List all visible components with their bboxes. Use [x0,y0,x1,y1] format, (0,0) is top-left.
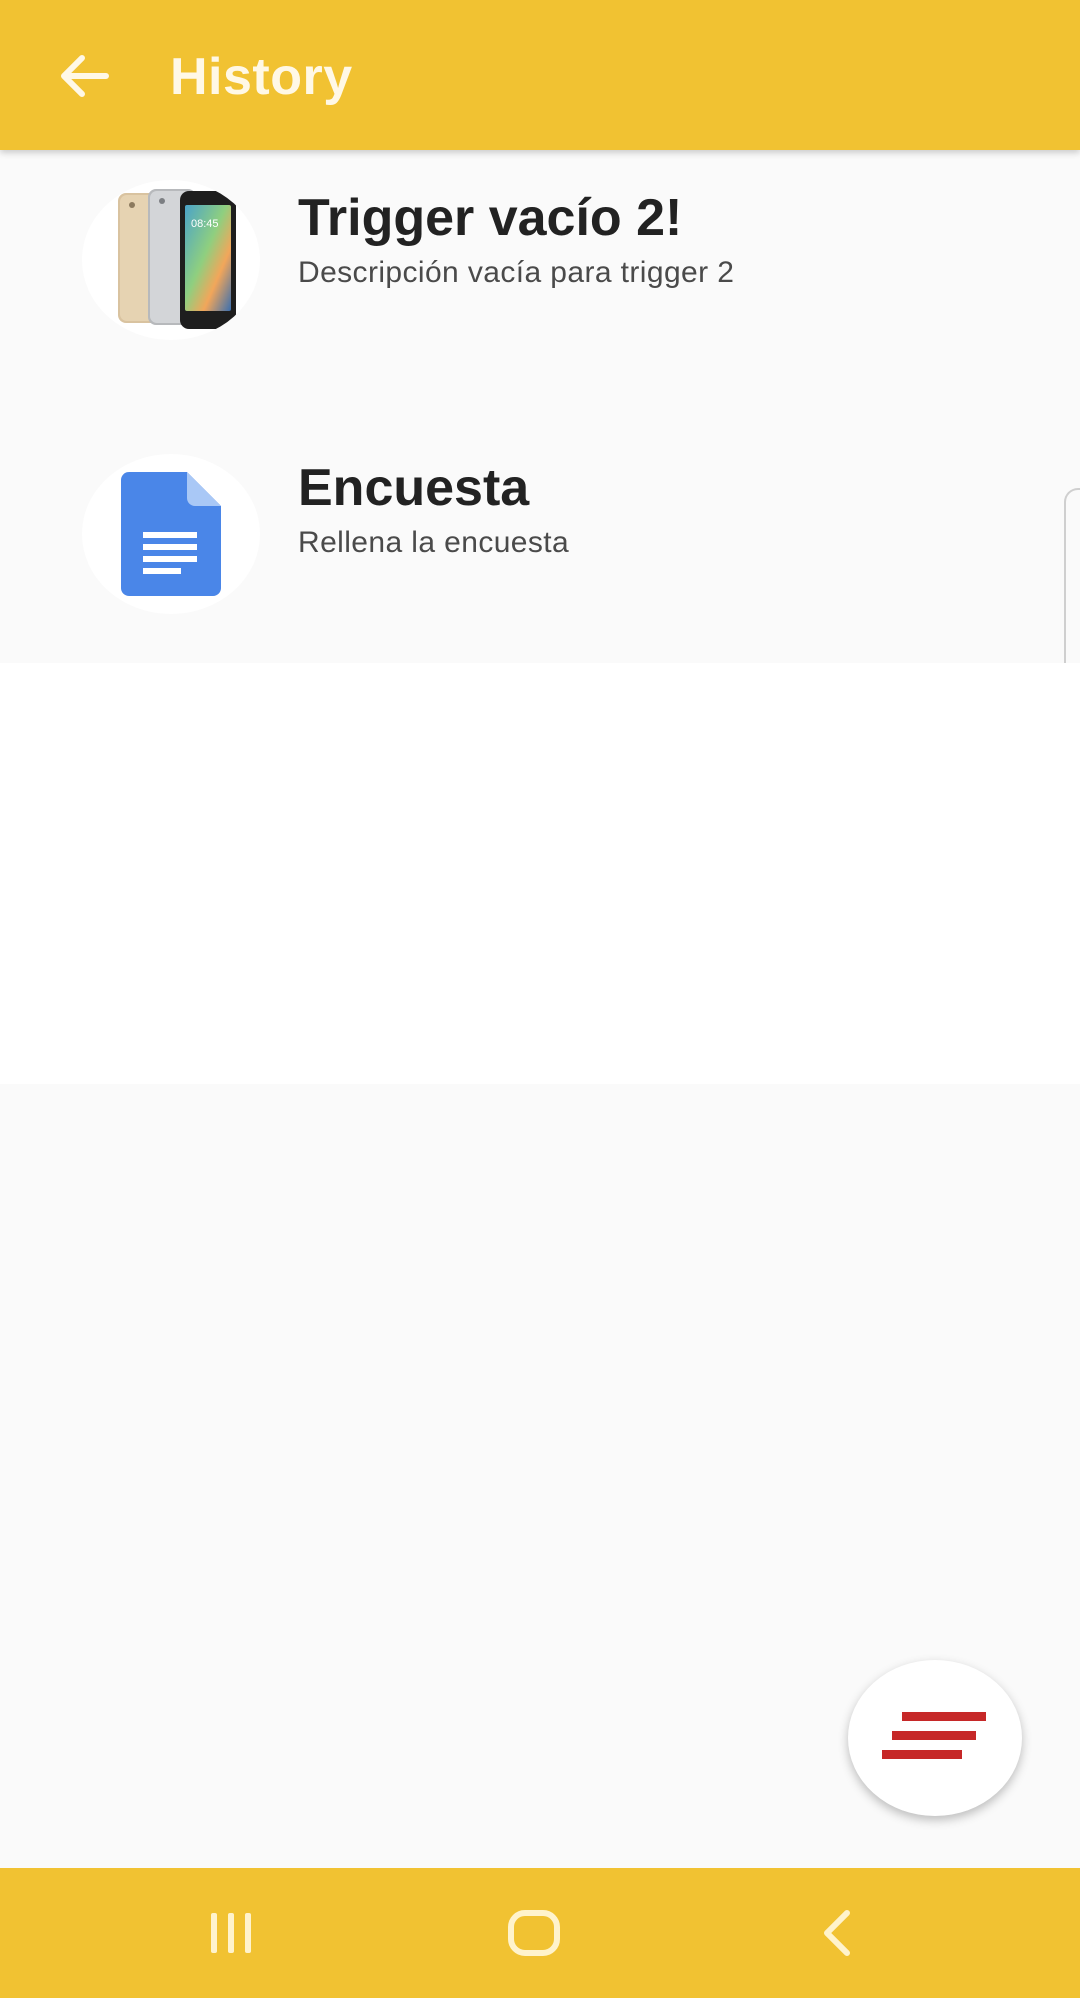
menu-lines-icon [882,1712,986,1759]
back-button[interactable] [40,32,128,120]
list-item[interactable]: Encuesta Rellena la encuesta [0,420,1080,650]
smartphones-image: 08:45 [82,180,260,340]
content-area [0,663,1080,1084]
google-docs-icon [82,454,260,614]
home-icon [508,1910,560,1956]
arrow-back-icon [61,55,109,97]
recent-apps-button[interactable] [181,1883,281,1983]
recent-apps-icon [211,1913,251,1953]
menu-fab-button[interactable] [848,1660,1022,1816]
history-list: 08:45 Trigger vacío 2! Descripción vacía… [0,150,1080,663]
list-item[interactable]: 08:45 Trigger vacío 2! Descripción vacía… [0,150,1080,380]
scroll-edge [1064,488,1080,665]
item-title: Trigger vacío 2! [298,189,683,247]
item-subtitle: Descripción vacía para trigger 2 [298,256,735,289]
item-title: Encuesta [298,459,530,517]
system-nav-bar [0,1868,1080,1998]
svg-text:08:45: 08:45 [191,218,219,230]
item-subtitle: Rellena la encuesta [298,526,570,559]
back-icon [824,1910,850,1956]
nav-back-button[interactable] [787,1883,887,1983]
app-bar: History [0,0,1080,150]
page-title: History [170,48,353,106]
home-button[interactable] [484,1883,584,1983]
